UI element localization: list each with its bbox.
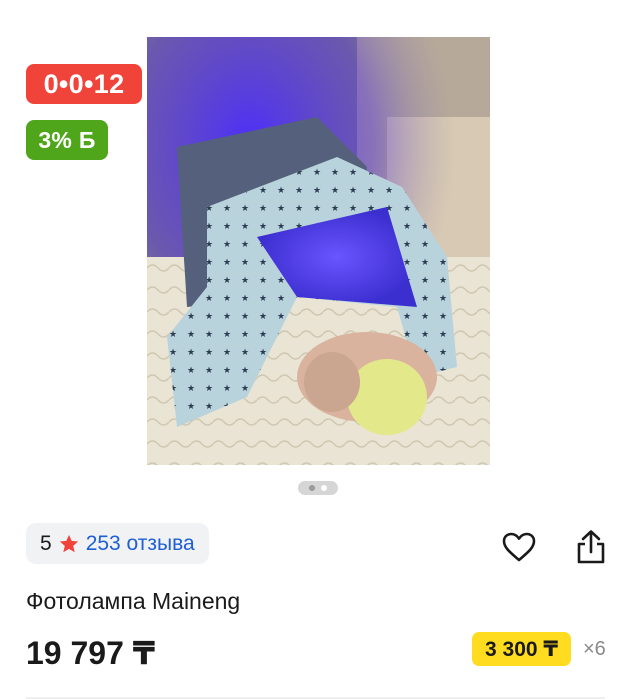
product-photo[interactable]: ★ — [147, 37, 490, 465]
gallery-dot-active[interactable] — [309, 485, 315, 491]
favorite-button[interactable] — [499, 527, 539, 567]
star-icon — [59, 534, 78, 552]
rating-pill[interactable]: 5 253 отзыва — [26, 523, 209, 564]
gallery-pager[interactable] — [298, 481, 338, 495]
bonus-badge: 3% Б — [26, 120, 108, 160]
share-icon — [577, 530, 605, 564]
share-button[interactable] — [571, 527, 611, 567]
rating-score: 5 — [40, 531, 52, 555]
installment-months: ×6 — [583, 638, 606, 660]
installment-badge[interactable]: 3 300 ₸ — [472, 632, 571, 666]
timer-badge: 0•0•12 — [26, 64, 142, 104]
product-photo-image: ★ — [147, 37, 490, 465]
gallery-dot[interactable] — [321, 485, 327, 491]
product-title: Фотолампа Maineng — [26, 588, 241, 614]
product-price: 19 797 ₸ — [26, 635, 156, 671]
reviews-link[interactable]: 253 отзыва — [86, 532, 195, 556]
heart-icon — [502, 532, 536, 562]
